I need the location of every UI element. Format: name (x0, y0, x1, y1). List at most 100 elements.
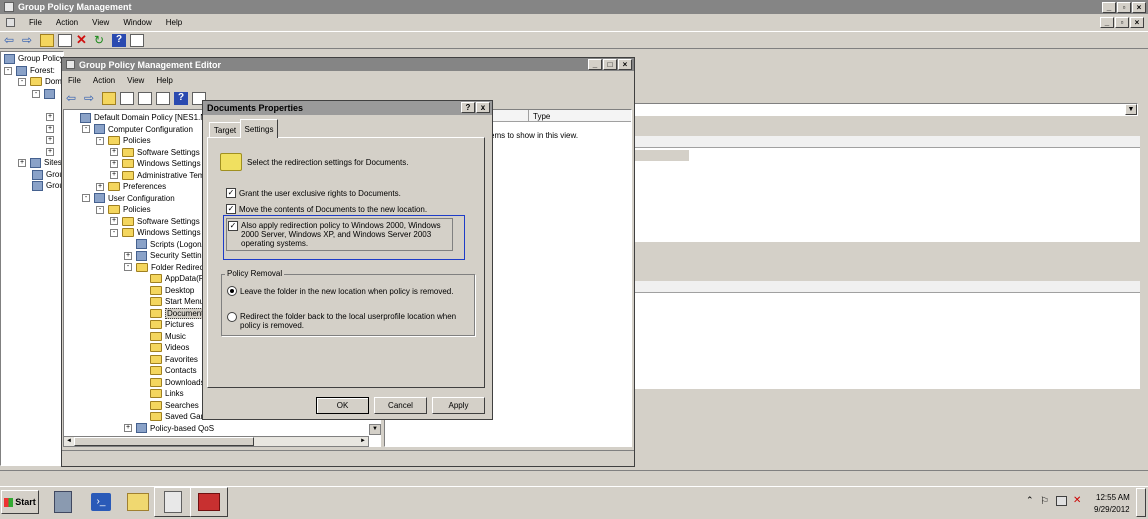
gpm-tree-expander-3[interactable]: + (46, 134, 58, 145)
editor-minimize-button[interactable]: _ (588, 59, 602, 70)
collapse-icon[interactable]: - (96, 136, 104, 145)
editor-tree-item[interactable]: + Preferences (96, 181, 166, 192)
move-contents-checkbox[interactable]: ✓ (226, 204, 236, 214)
editor-tree-item[interactable]: + Windows Settings (110, 158, 201, 169)
show-desktop-button[interactable] (1136, 488, 1146, 517)
editor-tree-item[interactable]: Downloads (138, 377, 205, 388)
editor-tree-item[interactable]: + Policy-based QoS (124, 423, 214, 434)
gpm-dropdown-arrow[interactable]: ▼ (1125, 104, 1137, 115)
taskbar-server-manager[interactable] (44, 487, 82, 517)
editor-tree-hscroll[interactable]: ◄ ► (63, 436, 369, 447)
option-redirect-back[interactable]: Redirect the folder back to the local us… (227, 312, 457, 330)
action-center-flag-icon[interactable]: ⚐ (1040, 496, 1049, 507)
expand-icon[interactable]: + (46, 112, 54, 121)
network-icon[interactable] (1056, 496, 1067, 506)
editor-list-header-type[interactable]: Type (533, 112, 550, 121)
expand-icon[interactable]: + (46, 147, 54, 156)
gpm-tree-forest[interactable]: - Forest: (4, 65, 55, 76)
expand-icon[interactable]: + (110, 159, 118, 168)
editor-tree-item[interactable]: Videos (138, 342, 189, 353)
menu-help[interactable]: Help (166, 18, 182, 27)
show-hide-tree-icon[interactable] (58, 33, 72, 47)
editor-tree-item[interactable]: - Computer Configuration (82, 124, 193, 135)
collapse-icon[interactable]: - (32, 89, 40, 98)
hscroll-thumb[interactable] (74, 437, 254, 446)
editor-tree-item[interactable]: - Policies (96, 135, 151, 146)
expand-icon[interactable]: + (110, 148, 118, 156)
editor-menu-action[interactable]: Action (93, 76, 115, 85)
mdi-restore-button[interactable]: ▫ (1115, 17, 1129, 28)
editor-tree-item[interactable]: Desktop (138, 285, 194, 296)
editor-forward-arrow-icon[interactable]: ⇨ (84, 92, 98, 105)
clock-date[interactable]: 9/29/2012 (1094, 505, 1130, 514)
expand-icon[interactable]: + (96, 182, 104, 191)
option-leave-folder[interactable]: Leave the folder in the new location whe… (227, 286, 453, 296)
editor-show-tree-icon[interactable] (120, 92, 134, 105)
editor-tree-item[interactable]: + Software Settings (110, 147, 200, 158)
apply-button[interactable]: Apply (432, 397, 485, 414)
editor-back-arrow-icon[interactable]: ⇦ (66, 92, 80, 105)
start-button[interactable]: Start (1, 490, 39, 514)
editor-tree-item[interactable]: Default Domain Policy [NES1.NT.CC (68, 112, 224, 123)
gpm-tree-domain[interactable]: - (32, 88, 58, 99)
editor-help-icon[interactable]: ? (174, 92, 188, 105)
tab-settings[interactable]: Settings (240, 119, 278, 138)
editor-tree-item[interactable]: Favorites (138, 354, 198, 365)
editor-maximize-button[interactable]: □ (603, 59, 617, 70)
dialog-close-button[interactable]: x (476, 102, 490, 113)
gpm-tree-sites[interactable]: + Sites (18, 157, 62, 168)
properties-icon[interactable] (130, 33, 144, 47)
collapse-icon[interactable]: - (124, 263, 132, 271)
editor-tree-item[interactable]: Music (138, 331, 186, 342)
legacy-os-checkbox[interactable]: ✓ (228, 221, 238, 231)
editor-up-folder-icon[interactable] (102, 92, 116, 105)
gpm-tree-expander-1[interactable]: + (46, 111, 58, 122)
collapse-icon[interactable]: - (18, 77, 26, 86)
mdi-close-button[interactable]: × (1130, 17, 1144, 28)
option-legacy-os[interactable]: ✓ Also apply redirection policy to Windo… (228, 221, 450, 248)
up-folder-icon[interactable] (40, 33, 54, 47)
taskbar-powershell[interactable]: ›_ (82, 487, 120, 517)
editor-close-button[interactable]: × (618, 59, 632, 70)
expand-icon[interactable]: + (110, 217, 118, 225)
clock-time[interactable]: 12:55 AM (1096, 493, 1130, 502)
hscroll-right-arrow[interactable]: ► (358, 437, 368, 446)
editor-tree-item[interactable]: Links (138, 388, 184, 399)
expand-icon[interactable]: + (124, 251, 132, 260)
mdi-minimize-button[interactable]: _ (1100, 17, 1114, 28)
collapse-icon[interactable]: - (110, 228, 118, 237)
option-exclusive-rights[interactable]: ✓ Grant the user exclusive rights to Doc… (226, 188, 401, 198)
editor-tree-item[interactable]: - User Configuration (82, 193, 175, 204)
gpm-menu-icon[interactable] (6, 18, 15, 27)
gpm-tree-group-1[interactable]: Grou (32, 169, 64, 180)
delete-icon[interactable]: ✕ (76, 33, 90, 47)
redirect-back-radio[interactable] (227, 312, 237, 322)
editor-menu-view[interactable]: View (127, 76, 144, 85)
editor-list-icon[interactable] (138, 92, 152, 105)
gpm-tree-domains[interactable]: - Dom (18, 76, 62, 87)
gpm-tree-group-2[interactable]: Grou (32, 180, 64, 191)
collapse-icon[interactable]: - (82, 194, 90, 202)
expand-icon[interactable]: + (46, 124, 54, 133)
editor-tree-item[interactable]: Pictures (138, 319, 194, 330)
ok-button[interactable]: OK (316, 397, 369, 414)
expand-icon[interactable]: + (110, 171, 118, 179)
gpm-tree-expander-2[interactable]: + (46, 123, 58, 134)
editor-export-icon[interactable] (156, 92, 170, 105)
editor-menu-help[interactable]: Help (156, 76, 172, 85)
gpm-tree-root[interactable]: Group Policy (4, 53, 64, 64)
editor-tree-item[interactable]: + Security Settings (124, 250, 210, 261)
collapse-icon[interactable]: - (82, 125, 90, 133)
exclusive-rights-checkbox[interactable]: ✓ (226, 188, 236, 198)
editor-tree-item[interactable]: Contacts (138, 365, 197, 376)
expand-icon[interactable]: + (124, 424, 132, 432)
restore-button[interactable]: ▫ (1117, 2, 1131, 13)
help-icon[interactable]: ? (112, 33, 126, 47)
cancel-button[interactable]: Cancel (374, 397, 427, 414)
expand-icon[interactable]: + (18, 158, 26, 167)
menu-action[interactable]: Action (56, 18, 78, 27)
editor-menu-file[interactable]: File (68, 76, 81, 85)
taskbar-gpme[interactable] (190, 487, 228, 517)
gpm-dropdown[interactable] (634, 103, 1138, 116)
forward-arrow-icon[interactable]: ⇨ (22, 34, 36, 47)
